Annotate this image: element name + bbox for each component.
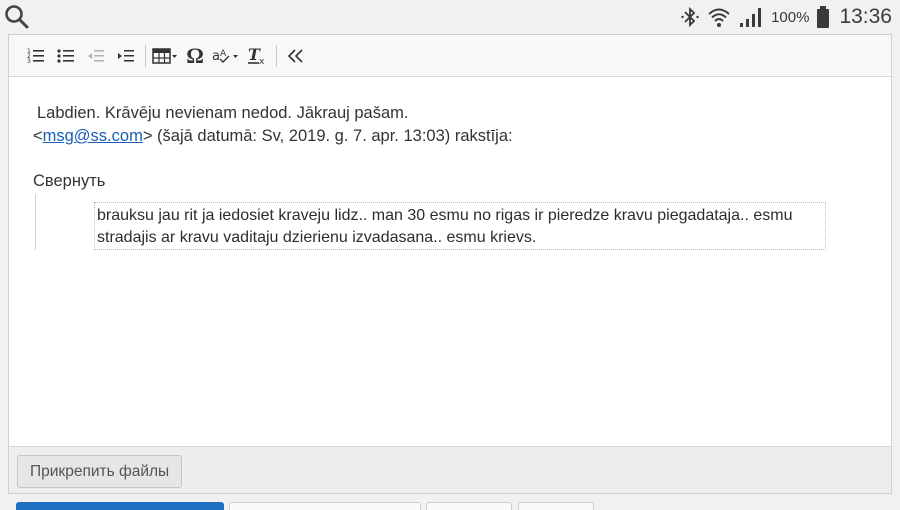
remove-format-icon[interactable]: T x: [244, 41, 270, 71]
svg-text:a: a: [212, 49, 220, 64]
special-character-icon[interactable]: Ω: [182, 41, 208, 71]
bluetooth-icon: [681, 6, 699, 28]
quoted-message-block: brauksu jau rit ja iedosiet kraveju lidz…: [35, 194, 835, 250]
quoted-text: brauksu jau rit ja iedosiet kraveju lidz…: [94, 202, 826, 250]
svg-text:x: x: [259, 57, 265, 66]
bottom-button-2[interactable]: [229, 502, 421, 510]
decrease-indent-icon[interactable]: [83, 41, 109, 71]
bulleted-list-icon[interactable]: [53, 41, 79, 71]
status-indicators: 100% 13:36: [681, 3, 892, 31]
battery-percent: 100%: [771, 8, 810, 26]
reply-text: Labdien. Krāvēju nevienam nedod. Jākrauj…: [37, 104, 409, 122]
bottom-button-3[interactable]: [426, 502, 512, 510]
bottom-button-4[interactable]: [518, 502, 594, 510]
spell-check-icon[interactable]: a A: [212, 41, 240, 71]
clock: 13:36: [839, 5, 892, 28]
svg-text:3: 3: [27, 58, 31, 65]
editor-toolbar: 1 2 3 Ω a A T x: [9, 35, 891, 77]
svg-text:A: A: [220, 49, 227, 59]
message-body[interactable]: Labdien. Krāvēju nevienam nedod. Jākrauj…: [9, 78, 891, 446]
collapse-quote-link[interactable]: Свернуть: [33, 172, 105, 191]
status-bar: 100% 13:36: [0, 0, 900, 34]
collapse-toolbar-icon[interactable]: [283, 41, 309, 71]
wifi-icon: [708, 8, 730, 27]
quote-header-suffix: > (šajā datumā: Sv, 2019. g. 7. apr. 13:…: [142, 127, 513, 145]
search-icon[interactable]: [4, 4, 30, 30]
send-button[interactable]: [16, 502, 224, 510]
table-icon[interactable]: [152, 41, 178, 71]
numbered-list-icon[interactable]: 1 2 3: [23, 41, 49, 71]
sender-email-link[interactable]: msg@ss.com: [43, 127, 143, 145]
bottom-buttons: [8, 496, 892, 510]
increase-indent-icon[interactable]: [113, 41, 139, 71]
toolbar-separator: [276, 44, 277, 67]
quote-header-prefix: <: [33, 127, 43, 145]
toolbar-separator: [145, 44, 146, 67]
attach-files-button[interactable]: Прикрепить файлы: [17, 455, 183, 488]
battery-icon: [817, 6, 830, 28]
attachment-bar: Прикрепить файлы: [9, 446, 891, 493]
signal-icon: [740, 8, 762, 27]
message-editor: 1 2 3 Ω a A T x Labdien. Krāvēju neviena…: [8, 34, 892, 494]
quote-header: <msg@ss.com> (šajā datumā: Sv, 2019. g. …: [33, 127, 513, 146]
